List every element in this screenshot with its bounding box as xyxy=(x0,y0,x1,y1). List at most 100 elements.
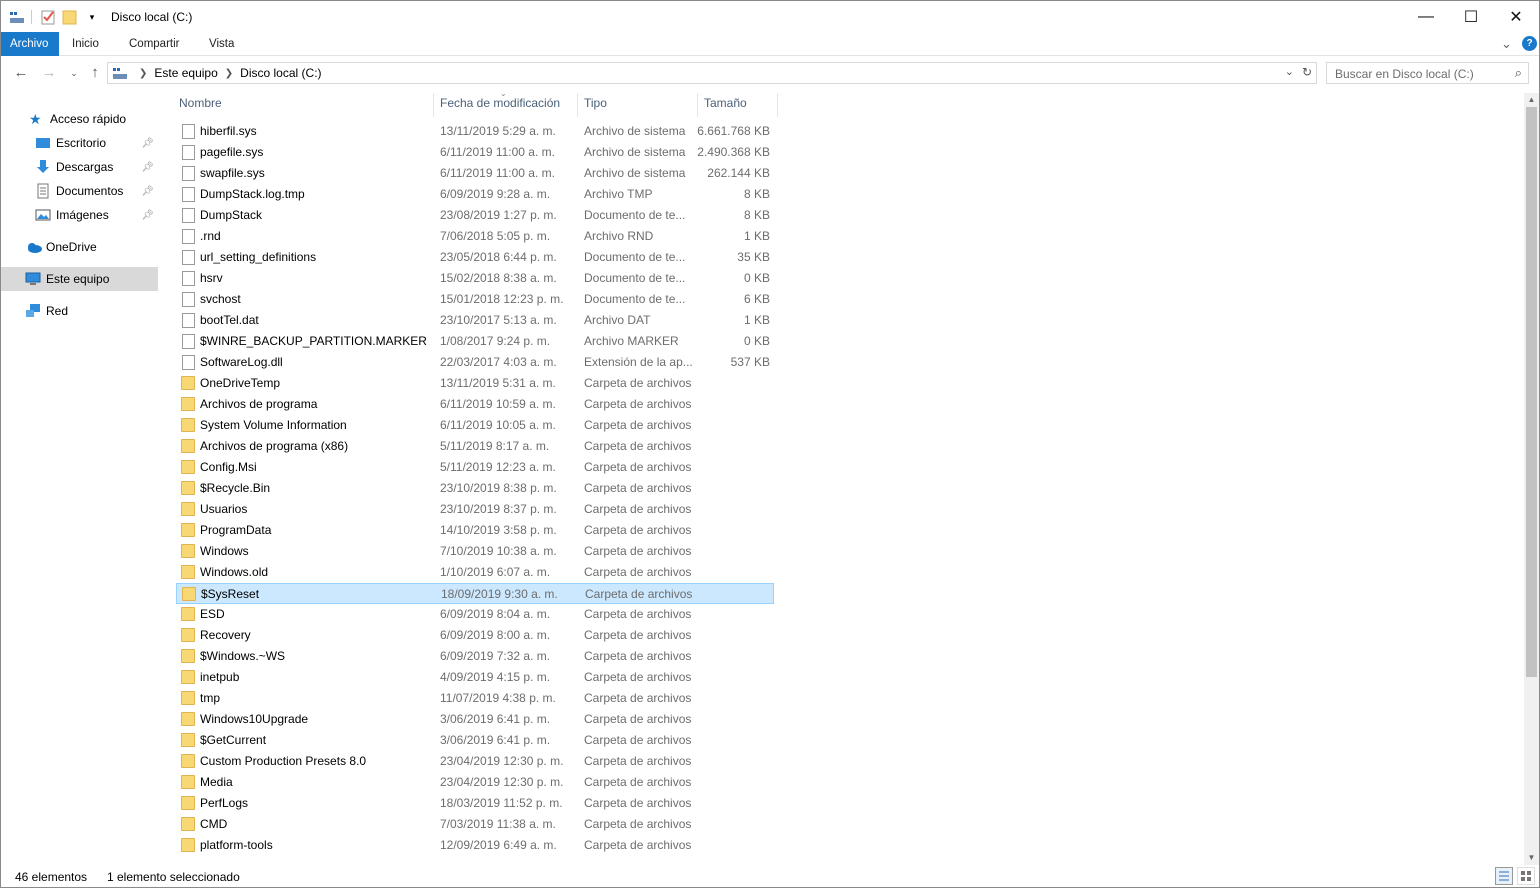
file-row[interactable]: Media 23/04/2019 12:30 p. m. Carpeta de ar… xyxy=(176,772,774,793)
properties-icon[interactable] xyxy=(40,9,56,25)
maximize-button[interactable]: ☐ xyxy=(1448,1,1494,32)
file-row[interactable]: hiberfil.sys 13/11/2019 5:29 a. m. Archivo… xyxy=(176,121,774,142)
tab-archivo[interactable]: Archivo xyxy=(1,32,59,56)
folder-icon xyxy=(181,397,195,411)
file-row[interactable]: .rnd 7/06/2018 5:05 p. m. Archivo RND 1 KB xyxy=(176,226,774,247)
back-button[interactable]: ← xyxy=(11,63,31,83)
column-divider[interactable] xyxy=(433,93,434,117)
file-row[interactable]: platform-tools 12/09/2019 6:49 a. m. Carpe… xyxy=(176,835,774,856)
breadcrumb-este-equipo[interactable]: Este equipo xyxy=(154,66,217,80)
details-view-icon xyxy=(1499,871,1509,881)
file-row[interactable]: OneDriveTemp 13/11/2019 5:31 a. m. Carpeta… xyxy=(176,373,774,394)
file-row[interactable]: $Recycle.Bin 23/10/2019 8:38 p. m. Carpeta… xyxy=(176,478,774,499)
file-row[interactable]: url_setting_definitions 23/05/2018 6:44 p… xyxy=(176,247,774,268)
file-row[interactable]: inetpub 4/09/2019 4:15 p. m. Carpeta de ar… xyxy=(176,667,774,688)
file-date: 6/09/2019 8:04 a. m. xyxy=(440,607,551,621)
chevron-right-icon[interactable]: ❯ xyxy=(225,68,233,79)
folder-icon xyxy=(181,712,195,726)
file-type: Documento de te... xyxy=(584,271,686,285)
file-row[interactable]: SoftwareLog.dll 22/03/2017 4:03 a. m. Exte… xyxy=(176,352,774,373)
file-row[interactable]: $Windows.~WS 6/09/2019 7:32 a. m. Carpeta … xyxy=(176,646,774,667)
file-type: Archivo de sistema xyxy=(584,145,686,159)
address-dropdown-icon[interactable]: ⌄ xyxy=(1285,65,1294,78)
file-row[interactable]: swapfile.sys 6/11/2019 11:00 a. m. Archivo… xyxy=(176,163,774,184)
tab-compartir[interactable]: Compartir xyxy=(129,32,179,56)
file-size: 2.490.368 KB xyxy=(697,145,770,159)
scrollbar-thumb[interactable] xyxy=(1526,107,1537,677)
file-date: 23/10/2017 5:13 a. m. xyxy=(440,313,557,327)
tab-vista[interactable]: Vista xyxy=(209,32,234,56)
column-divider[interactable] xyxy=(577,93,578,117)
refresh-icon[interactable]: ↻ xyxy=(1302,65,1312,79)
file-row[interactable]: Windows10Upgrade 3/06/2019 6:41 p. m. Carp… xyxy=(176,709,774,730)
scroll-down-icon[interactable]: ▼ xyxy=(1524,851,1539,865)
file-row[interactable]: Windows 7/10/2019 10:38 a. m. Carpeta de a… xyxy=(176,541,774,562)
file-name: Usuarios xyxy=(200,502,248,516)
customize-qat-icon[interactable]: ▾ xyxy=(84,9,100,25)
file-size: 6.661.768 KB xyxy=(697,124,770,138)
file-type: Documento de te... xyxy=(584,292,686,306)
search-icon[interactable]: ⌕ xyxy=(1515,65,1522,81)
recent-locations-button[interactable]: ⌄ xyxy=(64,63,84,83)
column-divider[interactable] xyxy=(777,93,778,117)
file-date: 6/11/2019 11:00 a. m. xyxy=(440,166,555,180)
file-row[interactable]: Recovery 6/09/2019 8:00 a. m. Carpeta de a… xyxy=(176,625,774,646)
file-date: 18/09/2019 9:30 a. m. xyxy=(441,587,558,601)
file-row[interactable]: $SysReset 18/09/2019 9:30 a. m. Carpeta de… xyxy=(176,583,774,604)
file-row[interactable]: $WINRE_BACKUP_PARTITION.MARKER 1/08/2017 … xyxy=(176,331,774,352)
vertical-scrollbar[interactable]: ▲ ▼ xyxy=(1524,93,1539,865)
file-row[interactable]: bootTel.dat 23/10/2017 5:13 a. m. Archivo … xyxy=(176,310,774,331)
file-date: 15/02/2018 8:38 a. m. xyxy=(440,271,557,285)
minimize-button[interactable]: — xyxy=(1403,1,1449,32)
chevron-right-icon[interactable]: ❯ xyxy=(139,68,147,79)
column-header-name[interactable]: Nombre xyxy=(179,93,433,117)
help-icon[interactable]: ? xyxy=(1522,36,1537,51)
file-row[interactable]: Usuarios 23/10/2019 8:37 p. m. Carpeta de … xyxy=(176,499,774,520)
file-date: 23/04/2019 12:30 p. m. xyxy=(440,754,564,768)
folder-icon xyxy=(181,418,195,432)
this-pc-icon[interactable] xyxy=(9,9,25,25)
file-row[interactable]: ESD 6/09/2019 8:04 a. m. Carpeta de archiv… xyxy=(176,604,774,625)
expand-ribbon-icon[interactable]: ⌄ xyxy=(1501,36,1512,52)
file-row[interactable]: tmp 11/07/2019 4:38 p. m. Carpeta de archi… xyxy=(176,688,774,709)
file-row[interactable]: PerfLogs 18/03/2019 11:52 p. m. Carpeta de… xyxy=(176,793,774,814)
file-size: 262.144 KB xyxy=(707,166,770,180)
column-header-date[interactable]: Fecha de modificación xyxy=(440,93,576,117)
search-box[interactable]: Buscar en Disco local (C:) ⌕ xyxy=(1326,62,1529,84)
up-button[interactable]: ↑ xyxy=(85,63,105,83)
forward-button[interactable]: → xyxy=(39,63,59,83)
file-name: $WINRE_BACKUP_PARTITION.MARKER xyxy=(200,334,427,348)
file-row[interactable]: DumpStack.log.tmp 6/09/2019 9:28 a. m. Arc… xyxy=(176,184,774,205)
file-row[interactable]: hsrv 15/02/2018 8:38 a. m. Documento de te… xyxy=(176,268,774,289)
column-header-type[interactable]: Tipo xyxy=(584,93,696,117)
large-icons-view-button[interactable] xyxy=(1517,867,1535,885)
column-divider[interactable] xyxy=(697,93,698,117)
file-row[interactable]: Archivos de programa 6/11/2019 10:59 a. m… xyxy=(176,394,774,415)
file-row[interactable]: Windows.old 1/10/2019 6:07 a. m. Carpeta d… xyxy=(176,562,774,583)
file-row[interactable]: Custom Production Presets 8.0 23/04/2019 … xyxy=(176,751,774,772)
folder-icon xyxy=(181,523,195,537)
file-row[interactable]: svchost 15/01/2018 12:23 p. m. Documento d… xyxy=(176,289,774,310)
new-folder-icon[interactable] xyxy=(62,9,78,25)
status-bar: 46 elementos 1 elemento seleccionado xyxy=(1,865,1539,887)
address-bar[interactable]: ❯ Este equipo ❯ Disco local (C:) ⌄ ↻ xyxy=(107,62,1317,84)
file-name: inetpub xyxy=(200,670,240,684)
search-input[interactable]: Buscar en Disco local (C:) xyxy=(1335,67,1474,81)
file-row[interactable]: Archivos de programa (x86) 5/11/2019 8:17… xyxy=(176,436,774,457)
scroll-up-icon[interactable]: ▲ xyxy=(1524,93,1539,107)
file-row[interactable]: CMD 7/03/2019 11:38 a. m. Carpeta de archi… xyxy=(176,814,774,835)
column-header-size[interactable]: Tamaño xyxy=(704,93,776,117)
file-date: 6/11/2019 10:05 a. m. xyxy=(440,418,556,432)
breadcrumb-disco-local[interactable]: Disco local (C:) xyxy=(240,66,321,80)
file-row[interactable]: pagefile.sys 6/11/2019 11:00 a. m. Archivo… xyxy=(176,142,774,163)
file-row[interactable]: System Volume Information 6/11/2019 10:05… xyxy=(176,415,774,436)
file-row[interactable]: $GetCurrent 3/06/2019 6:41 p. m. Carpeta d… xyxy=(176,730,774,751)
file-row[interactable]: ProgramData 14/10/2019 3:58 p. m. Carpeta … xyxy=(176,520,774,541)
tab-inicio[interactable]: Inicio xyxy=(72,32,99,56)
details-view-button[interactable] xyxy=(1495,867,1513,885)
file-type: Archivo de sistema xyxy=(584,166,686,180)
file-type: Extensión de la ap... xyxy=(584,355,692,369)
file-row[interactable]: Config.Msi 5/11/2019 12:23 a. m. Carpeta d… xyxy=(176,457,774,478)
file-row[interactable]: DumpStack 23/08/2019 1:27 p. m. Documento … xyxy=(176,205,774,226)
close-button[interactable]: ✕ xyxy=(1493,1,1539,32)
